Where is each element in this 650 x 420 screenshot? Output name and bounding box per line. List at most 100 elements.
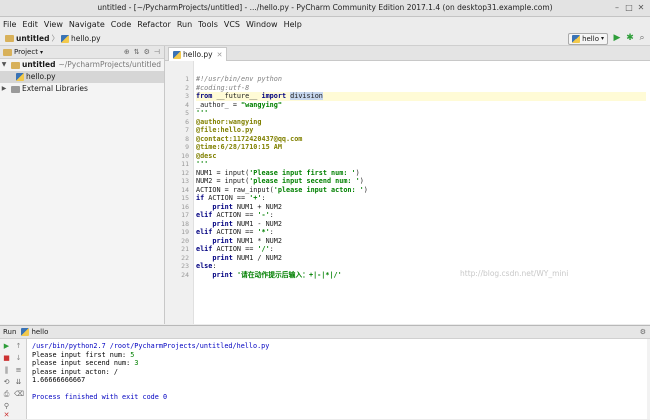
menu-vcs[interactable]: VCS [221,17,243,32]
chevron-down-icon[interactable]: ▾ [40,49,43,56]
line-number: 1 [185,75,189,83]
breadcrumb-file[interactable]: hello.py [59,34,103,43]
menu-file[interactable]: File [0,17,19,32]
menu-run[interactable]: Run [174,17,195,32]
code-line: @file:hello.py [196,126,253,135]
code-token: NUM1 + NUM2 [232,202,282,211]
run-panel-header: Run hello ⚙ [0,326,650,339]
search-icon[interactable]: ⌕ [637,33,647,44]
breadcrumb-separator: 〉 [51,34,59,43]
code-token: '请在动作提示后输入：+|-|*|/' [236,270,342,279]
tree-item-external-libraries[interactable]: ▶ External Libraries [0,83,164,95]
tree-item-root[interactable]: ▼ untitled ~/PycharmProjects/untitled [0,59,164,71]
code-token: __future__ [216,92,258,100]
hide-icon[interactable]: ⊣ [154,48,160,56]
project-panel-title[interactable]: Project [14,48,38,56]
close-icon[interactable]: ✕ [2,411,11,420]
clear-icon[interactable]: ⌫ [14,390,24,399]
line-number: 7 [185,126,189,134]
menu-navigate[interactable]: Navigate [66,17,108,32]
console-line: please input secend num: 3 [32,359,139,367]
pause-icon[interactable]: ‖ [2,366,11,375]
tree-item-file[interactable]: hello.py [0,71,164,83]
line-number: 3 [185,92,189,100]
code-line: if ACTION == '+': [196,194,266,203]
code-token: print [212,202,233,211]
code-token: print [212,253,233,262]
line-number: 24 [181,270,189,279]
console-output[interactable]: /usr/bin/python2.7 /root/PycharmProjects… [27,339,647,419]
rerun-icon[interactable]: ▶ [2,342,11,351]
code-editor[interactable]: 1 2 3 4 5 6 7 8 9 10 11 12 13 14 15 16 1… [165,61,650,324]
run-toolbar: ▶ ↑ ■ ↓ ‖ ≡ ⟲ ⇊ ⎙ ⌫ ⚲ ✕ [0,339,27,419]
watermark: http://blog.csdn.net/WY_mini [460,269,569,278]
down-arrow-icon[interactable]: ↓ [14,354,23,363]
run-config-selector[interactable]: hello ▾ [568,33,608,45]
project-panel-header: Project ▾ ⊕ ⇅ ⚙ ⊣ [0,46,164,59]
close-tab-icon[interactable]: ✕ [217,51,223,59]
expanded-arrow-icon[interactable]: ▼ [0,59,8,71]
close-window-icon[interactable]: ✕ [636,3,646,13]
code-token: ''' [196,109,209,117]
code-token: print [212,236,233,245]
line-number: 17 [181,211,189,219]
code-token: : [212,262,217,270]
stop-icon[interactable]: ■ [2,354,11,363]
window-title: untitled - [~/PycharmProjects/untitled] … [97,3,553,12]
minimize-icon[interactable]: – [612,3,622,13]
code-line: else: [196,262,216,271]
code-token: #coding:utf-8 [196,83,250,92]
code-token: @file:hello.py [196,126,254,134]
tab-hello-py[interactable]: hello.py ✕ [168,47,228,61]
code-token: '*' [257,228,270,236]
gear-icon[interactable]: ⚙ [640,328,646,336]
maximize-icon[interactable]: □ [624,3,634,13]
code-line: ''' [196,160,208,169]
menu-edit[interactable]: Edit [19,17,41,32]
print-icon[interactable]: ⎙ [2,390,11,399]
python-file-icon [60,34,69,43]
gear-icon[interactable]: ⚙ [144,48,150,56]
code-token: : [269,211,274,219]
line-number: 20 [181,236,189,245]
code-token: ACTION = raw_input( [196,185,274,194]
navigation-bar: untitled 〉 hello.py hello ▾ ▶ ✱ ⌕ [0,32,650,46]
menu-tools[interactable]: Tools [195,17,221,32]
code-token: ) [363,185,368,194]
pin-icon[interactable]: ⚲ [2,402,11,411]
code-line: @author:wangying [196,118,261,127]
line-number: 5 [185,109,189,117]
run-config-tab[interactable]: hello [31,328,48,336]
menu-code[interactable]: Code [108,17,134,32]
code-line: ''' [196,109,208,118]
menu-window[interactable]: Window [243,17,281,32]
code-token: @desc [196,151,217,160]
code-line: elif ACTION == '*': [196,228,274,237]
menu-view[interactable]: View [41,17,66,32]
code-token: ) [355,168,360,177]
folder-icon [5,35,14,42]
line-number: 23 [181,262,189,270]
collapsed-arrow-icon[interactable]: ▶ [0,83,8,95]
rerun-failed-icon[interactable]: ⟲ [2,378,11,387]
console-line: please input acton: / [32,367,118,376]
code-token: '/' [257,245,270,253]
scroll-to-end-icon[interactable]: ⇊ [14,378,23,387]
code-token: _author_ = [196,100,242,109]
line-number: 22 [181,253,189,262]
code-token: @contact:1172420437@qq.com [196,134,303,143]
menu-refactor[interactable]: Refactor [134,17,174,32]
code-line: elif ACTION == '-': [196,211,274,220]
menu-help[interactable]: Help [281,17,305,32]
run-icon[interactable]: ▶ [612,33,622,44]
sync-icon[interactable]: ⊕ [124,48,130,56]
code-token: import [261,92,287,100]
debug-icon[interactable]: ✱ [625,33,635,44]
editor-tab-bar: hello.py ✕ [165,46,650,61]
breadcrumb-project[interactable]: untitled [0,34,51,43]
up-arrow-icon[interactable]: ↑ [14,342,23,351]
soft-wrap-icon[interactable]: ≡ [14,366,23,375]
code-token: elif [196,245,213,253]
menu-bar: File Edit View Navigate Code Refactor Ru… [0,17,650,32]
collapse-icon[interactable]: ⇅ [134,48,140,56]
